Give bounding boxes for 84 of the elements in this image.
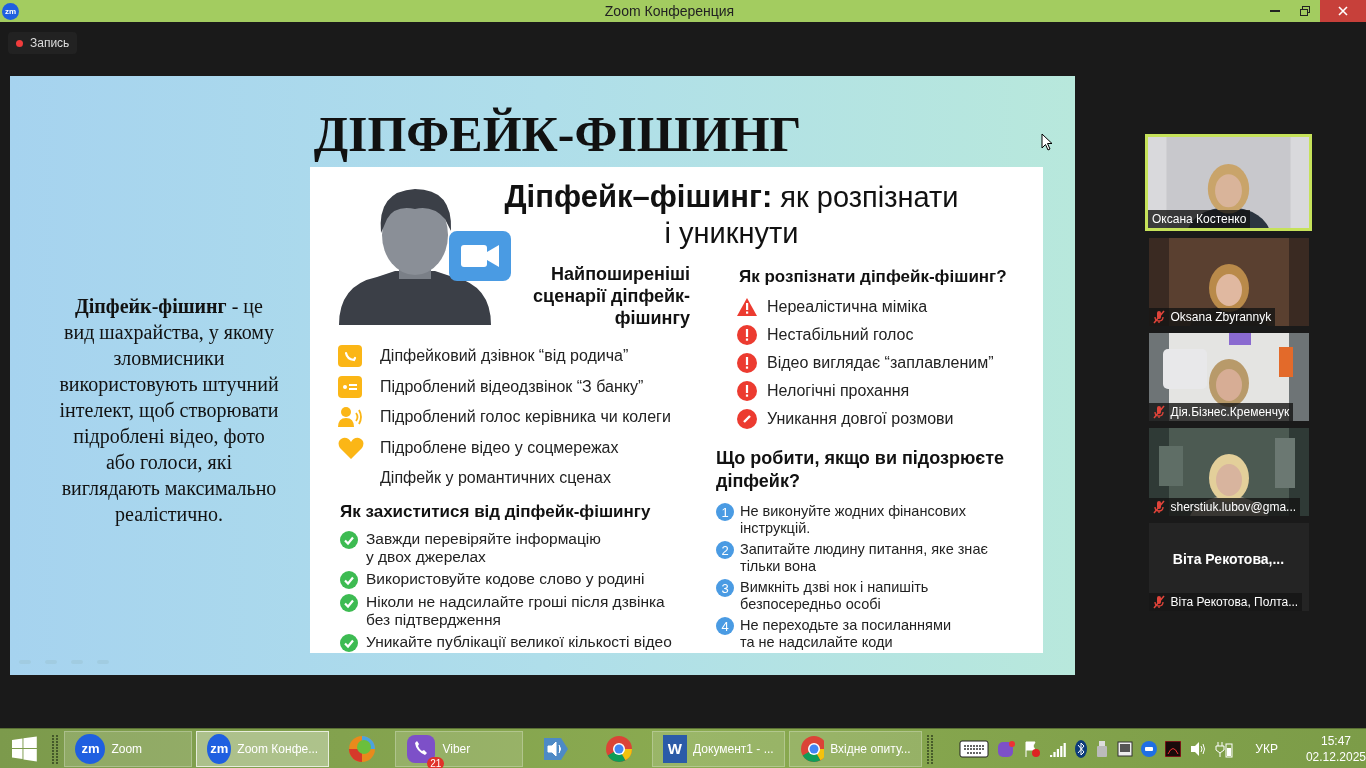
phone-icon (338, 345, 364, 368)
sign-text: Нестабільний голос (767, 326, 914, 344)
alert-icon (737, 381, 757, 401)
participant-tile[interactable]: Віта Рекотова,... Віта Рекотова, Полта... (1148, 523, 1309, 611)
step-text: Вимкніть дзві нок і напишіть безпосередньо особі (740, 579, 929, 613)
taskbar-button[interactable]: 21 Viber (395, 730, 524, 767)
participant-name: Віта Рекотова, Полта... (1170, 595, 1299, 609)
zoom-logo-icon: zm (207, 733, 232, 764)
minimize-icon (1270, 10, 1280, 12)
sign-text: Нелогічні прохання (767, 382, 910, 400)
participant-tile[interactable]: sherstiuk.lubov@gma... (1148, 428, 1309, 516)
app-logo: zm (2, 2, 19, 20)
sign-text: Уникання довгої розмови (767, 410, 954, 428)
recording-label: Запись (30, 36, 70, 50)
viber-tray-icon[interactable] (997, 739, 1016, 758)
chrome-icon (604, 734, 633, 763)
speaking-person-icon (338, 406, 364, 429)
display-icon[interactable] (1117, 740, 1134, 757)
step-text: Запитайте людину питання, яке знає тільки вона (740, 541, 988, 575)
usb-drive-icon[interactable] (1095, 739, 1110, 758)
restore-icon (1300, 6, 1310, 16)
participant-tile[interactable]: Оксана Костенко (1145, 134, 1312, 231)
close-icon (1338, 6, 1348, 16)
participant-name: Oksana Zbyrannyk (1170, 310, 1272, 324)
protection-tip: Використовуйте кодове слово у родині (366, 569, 645, 588)
chrome-icon (799, 734, 825, 763)
check-icon (340, 530, 358, 549)
check-icon (340, 570, 358, 589)
step-number: 1 (716, 503, 734, 521)
windows-start-icon[interactable] (12, 735, 37, 762)
step-number: 3 (716, 579, 734, 597)
participant-display-name: Віта Рекотова,... (1172, 551, 1285, 567)
scenario-text: Підроблений відеодзвінок “З банку” (380, 377, 644, 396)
steps-heading: Що робити, якщо ви підозрюєте діпфейк? (715, 447, 1006, 493)
taskbar-button[interactable]: W Документ1 - ... (651, 730, 785, 767)
mouse-cursor-icon (1041, 133, 1053, 151)
warning-icon (737, 298, 757, 316)
scenario-text: Діпфейковий дзівнок “від родича” (380, 347, 629, 366)
signs-heading: Як розпізнати діпфейк-фішинг? (738, 267, 1008, 287)
step-text: Не виконуйте жодних фінансових інструкцій. (740, 503, 966, 537)
participant-tile[interactable]: Oksana Zbyrannyk (1148, 238, 1309, 326)
scenarios-heading: Найпоширеніші сценарії діпфейк- фішингу (532, 263, 691, 330)
step-number: 2 (716, 541, 734, 559)
participant-tile[interactable]: Дія.Бізнес.Кременчук (1148, 333, 1309, 421)
heart-icon (338, 436, 364, 459)
notification-badge: 21 (427, 756, 445, 768)
zoom-logo-icon: zm (75, 733, 106, 764)
battery-plug-icon[interactable] (1215, 739, 1234, 758)
sign-text: Нереалістична міміка (767, 298, 928, 316)
protection-tip: Завжди перевіряйте інформацію у двох джерелах (366, 529, 601, 566)
protection-tip: Ніколи не надсилайте гроші після дзвінка без підтвердження (366, 592, 665, 629)
zoom-tray-icon[interactable] (1141, 740, 1158, 757)
acrobat-icon[interactable] (1165, 740, 1182, 757)
keyboard-icon[interactable] (959, 739, 990, 758)
alert-icon (737, 353, 757, 373)
protection-tip: Уникайте публікації великої кількості відео (366, 632, 672, 651)
bluetooth-icon[interactable] (1075, 739, 1088, 758)
slide-title: ДІПФЕЙК-ФІШИНГ (313, 105, 802, 164)
sign-text: Відео виглядає “заплавленим” (767, 354, 994, 372)
scenario-text: Підроблене відео у соцмережах (380, 438, 619, 457)
word-logo-icon: W (662, 734, 688, 763)
toolbar-grip-icon[interactable] (50, 733, 59, 764)
participant-name: sherstiuk.lubov@gma... (1170, 500, 1297, 514)
flag-error-icon[interactable] (1023, 739, 1042, 758)
volume-icon[interactable] (1189, 740, 1208, 757)
protection-heading: Як захиститися від діпфейк-фішингу (340, 501, 652, 522)
taskbar-button[interactable]: zm Zoom Конфе... (196, 730, 330, 767)
scenario-text: Діпфейк у романтичних сценах (380, 469, 611, 488)
recording-indicator[interactable]: Запись (8, 32, 78, 54)
participant-name: Оксана Костенко (1152, 212, 1247, 226)
toolbar-grip-icon[interactable] (925, 733, 934, 764)
step-number: 4 (716, 617, 734, 635)
step-text: Не переходьте за посиланнями та не надсилайте коди (740, 617, 952, 651)
definition-text: Діпфейк-фішинг - це вид шахрайства, у якому зловмисники використовують штучний інтелект, щоб створювати підроблені відео, фото або голоси, які виглядають максимально реалістично. (58, 294, 280, 527)
scenario-text: Підроблений голос керівника чи колеги (380, 408, 671, 427)
alert-icon (737, 325, 757, 345)
participant-name: Дія.Бізнес.Кременчук (1170, 405, 1290, 419)
taskbar-button[interactable]: zm Zoom (64, 730, 193, 767)
infographic-title: Діпфейк–фішинг: як розпізнати і уникнути (503, 178, 960, 251)
id-card-icon (338, 375, 364, 398)
window-title: Zoom Конференция (603, 3, 736, 19)
signal-icon[interactable] (1049, 740, 1068, 757)
check-icon (340, 593, 358, 612)
pencil-icon (737, 409, 757, 429)
